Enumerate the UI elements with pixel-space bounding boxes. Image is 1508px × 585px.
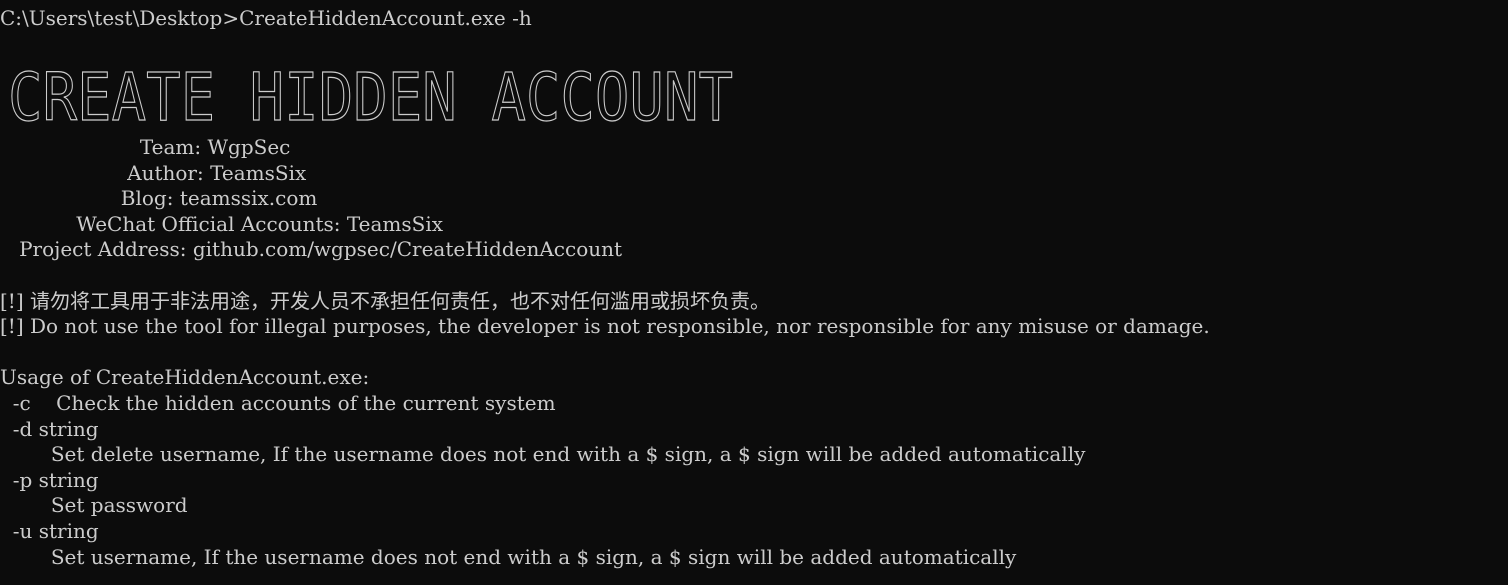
- info-project-address: Project Address: github.com/wgpsec/Creat…: [0, 237, 623, 262]
- usage-flag-c: -c Check the hidden accounts of the curr…: [0, 391, 556, 415]
- ascii-art-banner: CREATE HIDDEN ACCOUNT: [8, 60, 738, 130]
- warning-chinese: [!] 请勿将工具用于非法用途，开发人员不承担任何责任，也不对任何滥用或损坏负责…: [0, 288, 770, 313]
- info-blog: Blog: teamssix.com: [0, 186, 318, 211]
- usage-title: Usage of CreateHiddenAccount.exe:: [0, 365, 370, 390]
- usage-flag-p: -p string: [0, 467, 99, 492]
- usage-flag-d: -d string: [0, 416, 99, 441]
- usage-flag-p-desc: Set password: [0, 493, 188, 518]
- usage-flag-d-desc: Set delete username, If the username doe…: [0, 442, 1086, 467]
- info-team: Team: WgpSec: [0, 135, 291, 159]
- warning-english: [!] Do not use the tool for illegal purp…: [0, 314, 1210, 339]
- banner-text: CREATE HIDDEN ACCOUNT: [8, 60, 733, 130]
- info-wechat: WeChat Official Accounts: TeamsSix: [0, 211, 444, 236]
- usage-flag-u: -u string: [0, 519, 99, 543]
- usage-flag-u-desc: Set username, If the username does not e…: [0, 544, 1017, 569]
- prompt-line: C:\Users\test\Desktop>CreateHiddenAccoun…: [0, 6, 532, 30]
- info-author: Author: TeamsSix: [0, 160, 307, 185]
